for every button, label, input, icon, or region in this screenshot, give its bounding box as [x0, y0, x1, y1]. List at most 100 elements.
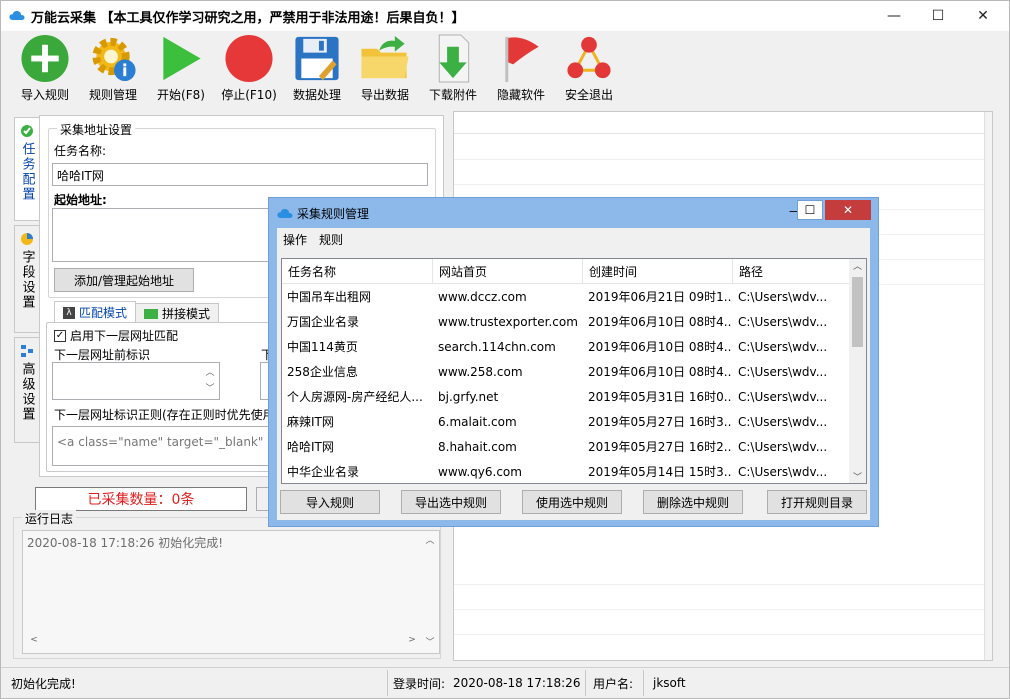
safe-exit-button[interactable]: 安全退出 [555, 33, 623, 103]
open-rule-dir-button[interactable]: 打开规则目录 [767, 490, 867, 514]
close-button[interactable]: ✕ [959, 1, 1007, 30]
cell-homepage: www.trustexporter.com [438, 314, 578, 329]
regex-input[interactable]: <a class="name" target="_blank" hre [52, 426, 302, 466]
table-row[interactable]: 万国企业名录 www.trustexporter.com 2019年06月10日… [282, 309, 851, 334]
scroll-down-icon[interactable]: ﹀ [203, 381, 217, 394]
cell-created: 2019年06月10日 08时4... [588, 340, 733, 354]
dialog-menubar: 操作 规则 [277, 228, 349, 250]
grid-line [454, 634, 984, 635]
enable-next-level-checkbox[interactable]: ✓ 启用下一层网址匹配 [54, 327, 178, 344]
cell-task-name: 万国企业名录 [287, 315, 360, 329]
download-attachment-button[interactable]: 下载附件 [419, 33, 487, 103]
cell-path: C:\Users\wdv... [738, 364, 828, 379]
table-row[interactable]: 哈哈IT网 8.hahait.com 2019年05月27日 16时2... C… [282, 434, 851, 459]
import-rule-button[interactable]: 导入规则 [280, 490, 380, 514]
main-window: 万能云采集 【本工具仅作学习研究之用，严禁用于非法用途！后果自负！】 — ☐ ✕… [0, 0, 1010, 699]
dialog-title-bar: 采集规则管理 — ☐ ✕ [269, 198, 878, 228]
scrollbar-thumb[interactable] [852, 277, 863, 347]
task-icon [21, 125, 33, 137]
title-bar: 万能云采集 【本工具仅作学习研究之用，严禁用于非法用途！后果自负！】 — ☐ ✕ [1, 1, 1009, 31]
delete-selected-button[interactable]: 删除选中规则 [643, 490, 743, 514]
window-title: 万能云采集 【本工具仅作学习研究之用，严禁用于非法用途！后果自负！】 [31, 11, 465, 26]
toolbar: 导入规则 规则管理 开始(F8) 停止(F10) 数据处理 导出数据 下载附件 … [11, 33, 623, 103]
results-scrollbar[interactable] [984, 112, 992, 660]
dialog-maximize-button[interactable]: ☐ [797, 200, 823, 220]
table-scrollbar[interactable]: ︿ ﹀ [849, 259, 866, 483]
table-row[interactable]: 中国114黄页 search.114chn.com 2019年06月10日 08… [282, 334, 851, 359]
grid-line [454, 159, 984, 160]
login-time-value: 2020-08-18 17:18:26 [453, 676, 581, 690]
scroll-down-icon[interactable]: ﹀ [849, 470, 866, 483]
cell-path: C:\Users\wdv... [738, 389, 828, 404]
hide-software-button[interactable]: 隐藏软件 [487, 33, 555, 103]
cell-task-name: 中华企业名录 [287, 465, 360, 479]
add-start-url-button[interactable]: 添加/管理起始地址 [54, 268, 194, 292]
menu-operate[interactable]: 操作 [277, 231, 313, 248]
rule-manage-button[interactable]: 规则管理 [79, 33, 147, 103]
tab-match-mode[interactable]: λ 匹配模式 [54, 301, 137, 323]
export-data-button[interactable]: 导出数据 [351, 33, 419, 103]
scroll-right-icon[interactable]: > [405, 635, 419, 645]
folder-export-icon [361, 35, 409, 79]
table-row[interactable]: 个人房源网-房产经纪人... bj.grfy.net 2019年05月31日 1… [282, 384, 851, 409]
table-header: 任务名称 网站首页 创建时间 路径 [282, 259, 851, 284]
scroll-up-icon[interactable]: ︿ [849, 259, 866, 272]
cell-created: 2019年05月27日 16时2... [588, 440, 733, 454]
status-separator [387, 670, 388, 696]
data-process-button[interactable]: 数据处理 [283, 33, 351, 103]
cell-task-name: 中国114黄页 [287, 340, 358, 354]
dialog-body: 操作 规则 任务名称 网站首页 创建时间 路径 中国吊车出租网 www.dccz… [277, 228, 870, 520]
cell-task-name: 哈哈IT网 [287, 440, 334, 454]
cell-task-name: 258企业信息 [287, 365, 358, 379]
cell-homepage: search.114chn.com [438, 339, 556, 354]
mode-tabs: λ 匹配模式 拼接模式 [54, 301, 220, 323]
export-selected-button[interactable]: 导出选中规则 [401, 490, 501, 514]
table-row[interactable]: 258企业信息 www.258.com 2019年06月10日 08时4... … [282, 359, 851, 384]
table-row[interactable]: 中华企业名录 www.qy6.com 2019年05月14日 15时3... C… [282, 459, 851, 483]
minimize-button[interactable]: — [871, 1, 917, 30]
column-header-task-name[interactable]: 任务名称 [282, 259, 433, 284]
cell-created: 2019年06月10日 08时4... [588, 315, 733, 329]
task-name-input[interactable]: 哈哈IT网 [52, 163, 428, 186]
tab-task-config[interactable]: 任务配置 [14, 117, 39, 221]
next-prefix-input[interactable]: ︿ ﹀ [52, 362, 220, 400]
tab-advanced-settings[interactable]: 高级设置 [14, 337, 39, 443]
user-value: jksoft [653, 676, 686, 690]
tab-concat-mode[interactable]: 拼接模式 [135, 303, 220, 323]
maximize-button[interactable]: ☐ [915, 1, 961, 30]
cell-homepage: 8.hahait.com [438, 439, 517, 454]
stop-button[interactable]: 停止(F10) [215, 33, 283, 103]
toolbar-label: 安全退出 [564, 88, 613, 102]
scroll-up-icon[interactable]: ︿ [423, 533, 437, 546]
tab-label: 任务配置 [19, 142, 35, 202]
scroll-down-icon[interactable]: ﹀ [423, 635, 437, 648]
use-selected-button[interactable]: 使用选中规则 [522, 490, 622, 514]
column-header-created[interactable]: 创建时间 [583, 259, 733, 284]
scroll-up-icon[interactable]: ︿ [203, 365, 217, 378]
table-row[interactable]: 中国吊车出租网 www.dccz.com 2019年06月21日 09时1...… [282, 284, 851, 309]
collected-count: 已采集数量：0条 [35, 487, 247, 511]
concat-icon [144, 308, 159, 319]
menu-rules[interactable]: 规则 [313, 231, 349, 248]
toolbar-label: 停止(F10) [221, 88, 277, 102]
tab-field-settings[interactable]: 字段设置 [14, 225, 39, 333]
import-rules-button[interactable]: 导入规则 [11, 33, 79, 103]
table-row[interactable]: 麻辣IT网 6.malait.com 2019年05月27日 16时3... C… [282, 409, 851, 434]
grid-line [454, 609, 984, 610]
dialog-close-button[interactable]: ✕ [825, 200, 871, 220]
task-name-label: 任务名称: [54, 144, 107, 158]
cell-created: 2019年05月31日 16时0... [588, 390, 733, 404]
column-header-homepage[interactable]: 网站首页 [433, 259, 583, 284]
status-separator [643, 670, 644, 696]
scroll-left-icon[interactable]: < [27, 635, 41, 645]
status-text: 初始化完成! [11, 676, 76, 691]
start-button[interactable]: 开始(F8) [147, 33, 215, 103]
toolbar-label: 导入规则 [20, 88, 69, 102]
red-flag-icon [505, 36, 539, 83]
cell-path: C:\Users\wdv... [738, 314, 828, 329]
rule-manager-dialog: 采集规则管理 — ☐ ✕ 操作 规则 任务名称 网站首页 创建时间 路径 中国吊… [268, 197, 879, 527]
cell-created: 2019年05月14日 15时3... [588, 465, 733, 479]
log-entry: 2020-08-18 17:18:26 初始化完成! [27, 536, 224, 550]
column-header-path[interactable]: 路径 [733, 259, 851, 284]
toolbar-label: 下载附件 [428, 88, 477, 102]
